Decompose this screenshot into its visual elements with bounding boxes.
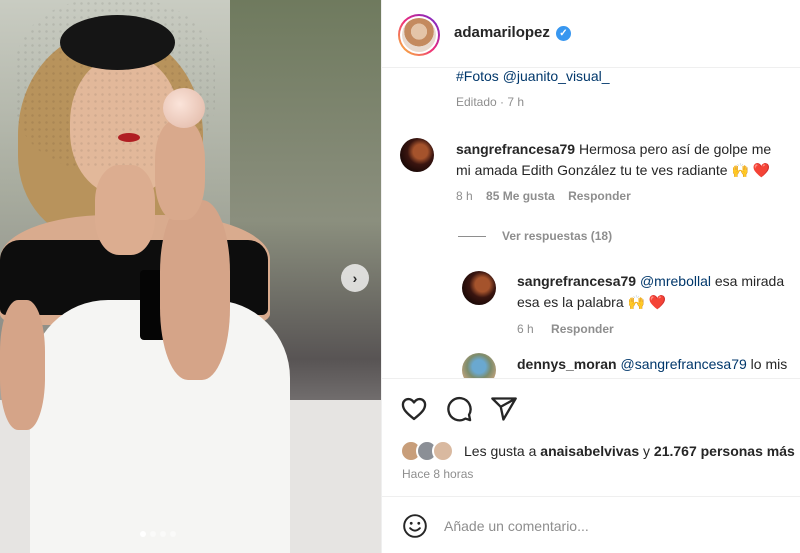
carousel-dot	[170, 531, 176, 537]
post-header: adamarilopez ✓	[382, 0, 800, 68]
comment-meta: 8 h 85 Me gusta Responder	[456, 189, 641, 203]
reply-button[interactable]: Responder	[551, 322, 614, 336]
likes-count[interactable]: 21.767 personas más	[654, 443, 795, 459]
comment-username[interactable]: sangrefrancesa79	[456, 141, 575, 157]
photo-arm	[160, 200, 230, 380]
edited-label: Editado · 7 h	[456, 95, 525, 109]
reply-body: dennys_moran @sangrefrancesa79 lo mis	[517, 354, 787, 375]
photo-lips	[118, 133, 140, 142]
carousel-dot	[150, 531, 156, 537]
caption-tail[interactable]: #Fotos @juanito_visual_	[456, 68, 610, 84]
reply-username[interactable]: sangrefrancesa79	[517, 273, 636, 289]
actions-divider	[382, 378, 800, 379]
view-replies-button[interactable]: Ver respuestas (18)	[458, 229, 612, 243]
post-photo[interactable]: ›	[0, 0, 381, 553]
verified-icon: ✓	[556, 26, 571, 41]
reply-text: esa mirada	[714, 273, 785, 289]
likes-user[interactable]: anaisabelvivas	[540, 443, 639, 459]
reply-username[interactable]: dennys_moran	[517, 356, 617, 372]
reply-avatar[interactable]	[462, 353, 496, 378]
liker-avatar	[432, 440, 454, 462]
carousel-dots	[140, 531, 176, 537]
author-avatar[interactable]	[398, 14, 440, 56]
reply-avatar[interactable]	[462, 271, 496, 305]
comment-body: sangrefrancesa79 Hermosa pero así de gol…	[456, 139, 800, 181]
reply-body: sangrefrancesa79 @mrebollal esa mirada e…	[517, 271, 784, 313]
likes-prefix: Les gusta a	[464, 443, 537, 459]
comment-avatar[interactable]	[400, 138, 434, 172]
emoji-icon[interactable]	[402, 513, 428, 539]
comment-divider	[382, 496, 800, 497]
photo-arm-left	[0, 300, 45, 430]
reply-mention[interactable]: @sangrefrancesa79	[620, 356, 746, 372]
carousel-dot	[160, 531, 166, 537]
reply-meta: 6 h Responder	[517, 322, 628, 336]
comment-input[interactable]	[444, 514, 784, 538]
comments-list[interactable]: #Fotos @juanito_visual_ Editado · 7 h sa…	[382, 68, 800, 378]
post-time: Hace 8 horas	[402, 467, 474, 481]
share-icon[interactable]	[490, 395, 518, 423]
reply-text: lo mis	[750, 356, 788, 372]
carousel-dot	[140, 531, 146, 537]
reply-button[interactable]: Responder	[568, 189, 631, 203]
photo-hand-mirror	[155, 120, 205, 220]
next-photo-button[interactable]: ›	[341, 264, 369, 292]
post-side-panel: adamarilopez ✓ #Fotos @juanito_visual_ E…	[381, 0, 800, 553]
likes-middle: y	[643, 443, 651, 459]
likers-avatars	[400, 440, 458, 462]
view-replies-label: Ver respuestas (18)	[502, 229, 613, 243]
reply-time: 6 h	[517, 322, 534, 336]
photo-mirror	[163, 88, 205, 128]
photo-hat	[60, 15, 175, 70]
reply-mention[interactable]: @mrebollal	[640, 273, 711, 289]
likes-summary[interactable]: Les gusta a anaisabelvivas y 21.767 pers…	[400, 440, 795, 462]
photo-hand-lipstick	[95, 165, 155, 255]
comment-likes[interactable]: 85 Me gusta	[486, 189, 555, 203]
reply-text-line2: esa es la palabra 🙌 ❤️	[517, 294, 667, 310]
comment-time: 8 h	[456, 189, 473, 203]
comment-text-line2: mi amada Edith González tu te ves radian…	[456, 162, 771, 178]
heart-icon[interactable]	[400, 395, 428, 423]
replies-divider	[458, 235, 486, 237]
chevron-right-icon: ›	[352, 270, 358, 286]
author-username[interactable]: adamarilopez	[454, 24, 550, 41]
comment-icon[interactable]	[445, 395, 473, 423]
comment-text-line1: Hermosa pero así de golpe me	[578, 141, 772, 157]
